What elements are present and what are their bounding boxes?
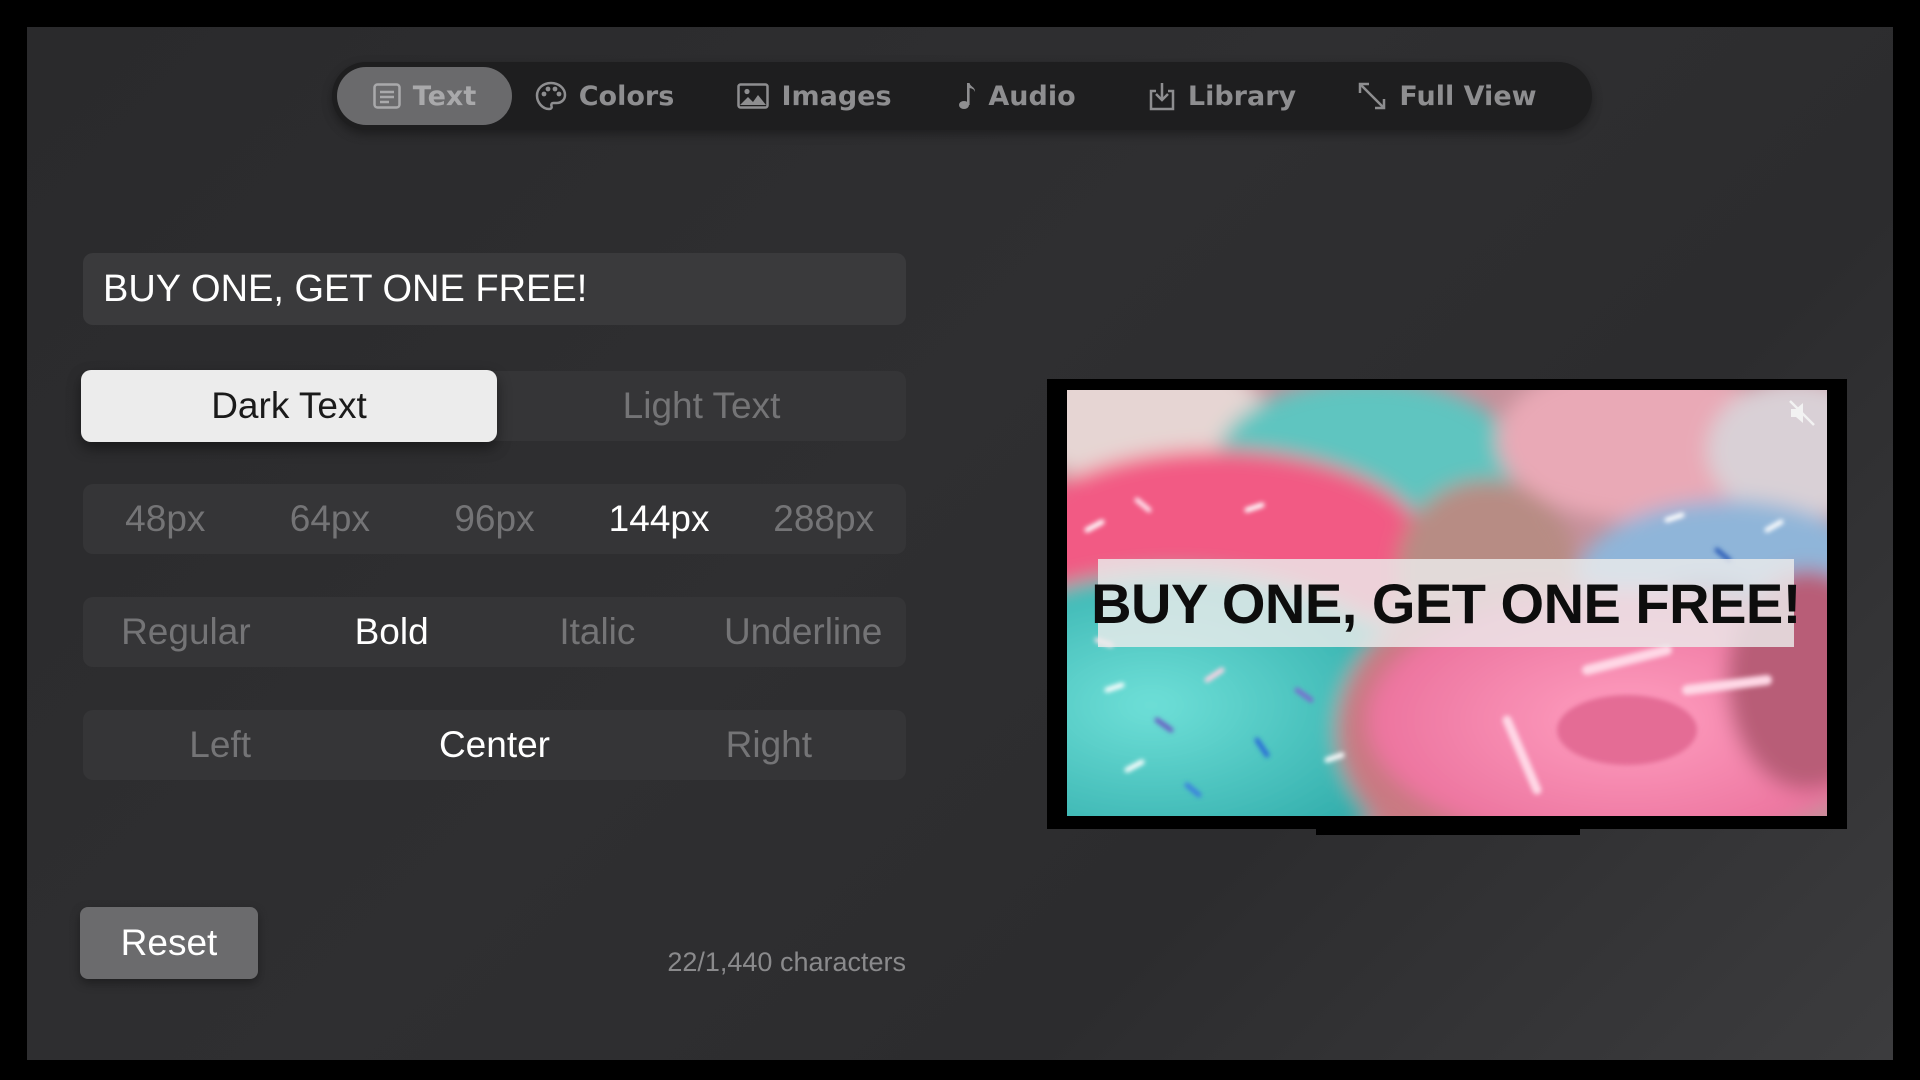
library-download-icon: [1148, 81, 1176, 111]
music-note-icon: [958, 81, 976, 111]
tab-label: Library: [1187, 80, 1297, 112]
size-option-64[interactable]: 64px: [248, 484, 413, 554]
style-option-bold[interactable]: Bold: [289, 597, 495, 667]
tab-label: Images: [781, 80, 892, 112]
light-text-option[interactable]: Light Text: [497, 371, 906, 441]
style-option-italic[interactable]: Italic: [495, 597, 701, 667]
preview-banner-text: BUY ONE, GET ONE FREE!: [1091, 559, 1801, 647]
tab-images[interactable]: Images: [732, 67, 897, 125]
text-style-selector: Regular Bold Italic Underline: [83, 597, 906, 667]
tab-label: Text: [412, 80, 477, 112]
size-option-144[interactable]: 144px: [577, 484, 742, 554]
tab-audio[interactable]: Audio: [947, 67, 1087, 125]
preview-image: BUY ONE, GET ONE FREE!: [1067, 390, 1827, 816]
style-option-underline[interactable]: Underline: [700, 597, 906, 667]
tab-label: Full View: [1399, 80, 1537, 112]
speaker-muted-icon[interactable]: [1787, 398, 1817, 432]
tab-library[interactable]: Library: [1142, 67, 1302, 125]
palette-icon: [535, 81, 567, 111]
align-option-left[interactable]: Left: [83, 710, 357, 780]
preview-screen: BUY ONE, GET ONE FREE!: [1047, 379, 1847, 829]
align-option-right[interactable]: Right: [632, 710, 906, 780]
character-count: 22/1,440 characters: [667, 947, 906, 977]
text-theme-selector: Dark Text Light Text: [81, 370, 906, 442]
expand-arrows-icon: [1357, 81, 1387, 111]
text-document-icon: [373, 83, 401, 109]
banner-text-field[interactable]: BUY ONE, GET ONE FREE!: [83, 253, 906, 325]
size-option-48[interactable]: 48px: [83, 484, 248, 554]
top-tab-bar: Text Colors Images Audio Library Full Vi…: [332, 62, 1592, 130]
image-icon: [737, 83, 770, 109]
tab-full-view[interactable]: Full View: [1352, 67, 1542, 125]
reset-button[interactable]: Reset: [80, 907, 258, 979]
size-option-288[interactable]: 288px: [741, 484, 906, 554]
style-option-regular[interactable]: Regular: [83, 597, 289, 667]
app-screen: Text Colors Images Audio Library Full Vi…: [27, 27, 1893, 1060]
size-option-96[interactable]: 96px: [412, 484, 577, 554]
tab-text[interactable]: Text: [337, 67, 512, 125]
tab-label: Colors: [578, 80, 675, 112]
text-alignment-selector: Left Center Right: [83, 710, 906, 780]
dark-text-option[interactable]: Dark Text: [81, 370, 497, 442]
tab-colors[interactable]: Colors: [527, 67, 682, 125]
tab-label: Audio: [988, 80, 1076, 112]
align-option-center[interactable]: Center: [357, 710, 631, 780]
preview-screen-stand: [1316, 827, 1580, 835]
text-size-selector: 48px 64px 96px 144px 288px: [83, 484, 906, 554]
